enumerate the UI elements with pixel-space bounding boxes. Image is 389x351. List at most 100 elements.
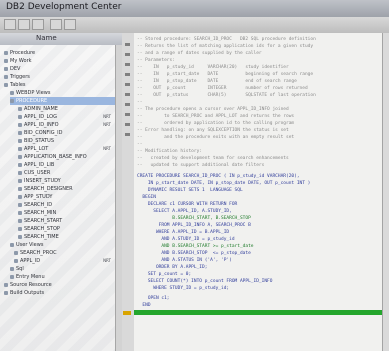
toolbar-button[interactable] (18, 19, 30, 30)
gutter-marker (125, 123, 130, 126)
execution-pointer-icon (123, 311, 131, 315)
gutter-marker (125, 53, 130, 56)
tree-node-icon (18, 162, 22, 167)
tree-item[interactable]: APPL_ID_LIB (18, 161, 115, 169)
tree-item-label: SEARCH_STOP (24, 226, 60, 232)
code-line: END (137, 303, 151, 308)
tree-item[interactable]: SEARCH_DESIGNER (18, 185, 115, 193)
tree-item-suffix: NRT (103, 146, 111, 151)
tree-item-label: APPL_ID_INFO (24, 122, 59, 128)
toolbar-button[interactable] (64, 19, 76, 30)
tree-node-icon (18, 114, 22, 119)
tree-item[interactable]: Tables (4, 81, 115, 89)
editor-scrollbar[interactable] (382, 33, 389, 351)
tree-item[interactable]: INSERT_STUDY (18, 177, 115, 185)
toolbar-button[interactable] (4, 19, 16, 30)
tree-item-label: BID_STATUS (24, 138, 55, 144)
code-line: IN p_start_date DATE, IN p_stop_date DAT… (137, 181, 311, 186)
tree-item[interactable]: User Views (10, 241, 115, 249)
tree-item[interactable]: SEARCH_START (18, 217, 115, 225)
tree-item[interactable]: Procedure (4, 49, 115, 57)
tree-item-label: APPLICATION_BASE_INFO (24, 154, 87, 160)
tree-item[interactable]: APPL_LOT NRT (18, 145, 115, 153)
tree-item-label: SEARCH_START (24, 218, 63, 224)
tree-node-icon (18, 106, 22, 111)
tree-item[interactable]: DEV (4, 65, 115, 73)
tree-node-icon (14, 258, 18, 263)
toolbar-button[interactable] (50, 19, 62, 30)
window-titlebar: DB2 Development Center (0, 0, 389, 18)
tree-item[interactable]: SEARCH_MIN (18, 209, 115, 217)
tree-item-label: APPL_ID (20, 258, 41, 264)
tree-node-icon (10, 98, 14, 103)
tree-item-label: SEARCH_PROC (20, 250, 57, 256)
code-line: -- (137, 142, 143, 147)
gutter-marker (125, 93, 130, 96)
tree-item[interactable]: Entry Menu (10, 273, 115, 281)
tree-item[interactable]: Build Outputs (4, 289, 115, 297)
code-line: OPEN c1; (137, 296, 170, 301)
tree-item[interactable]: Triggers (4, 73, 115, 81)
tree-item[interactable]: SEARCH_TIME (18, 233, 115, 241)
code-line: AND B.SEARCH_STOP <= p_stop_date (137, 251, 251, 256)
project-tree[interactable]: Procedure My Work DEV Triggers Tables WEBDP V… (0, 45, 115, 351)
tree-item[interactable]: Sql (10, 265, 115, 273)
tree-item[interactable]: BID_CONFIG_ID (18, 129, 115, 137)
code-line: -- ordered by application id to the call… (137, 121, 295, 126)
code-line: DECLARE c1 CURSOR WITH RETURN FOR (137, 202, 238, 207)
code-line: CREATE PROCEDURE SEARCH_ID_PROC ( IN p_s… (137, 174, 300, 179)
tree-node-icon (18, 178, 22, 183)
tree-item-label: Procedure (10, 50, 36, 56)
tree-item-label: SEARCH_MIN (24, 210, 57, 216)
code-line: -- Modification history: (137, 149, 203, 154)
tree-item[interactable]: Source Resource (4, 281, 115, 289)
tree-item[interactable]: APPL_ID NRT (14, 257, 115, 265)
tree-item[interactable]: APPL_ID_INFO NRT (18, 121, 115, 129)
tree-item-label: Tables (10, 82, 26, 88)
tree-item[interactable]: APP_STUDY (18, 193, 115, 201)
code-line: FROM APPL_ID_INFO A, SEARCH_PROC B (137, 223, 251, 228)
tree-item-label: Entry Menu (16, 274, 45, 280)
tree-item[interactable]: PROCEDURE (10, 97, 115, 105)
code-line: B.SEARCH_START, B.SEARCH_STOP (137, 216, 251, 221)
tree-node-icon (10, 266, 14, 271)
gutter-marker (125, 103, 130, 106)
tree-node-icon (18, 138, 22, 143)
tree-node-icon (18, 154, 22, 159)
code-line: -- OUT p_count INTEGER number of rows re… (137, 86, 308, 91)
tree-node-icon (18, 122, 22, 127)
code-line: AND A.STATUS IN ('A', 'P') (137, 258, 232, 263)
tree-item[interactable]: APPL_ID_LOG NRT (18, 113, 115, 121)
tree-item[interactable]: SEARCH_PROC (14, 249, 115, 257)
tree-node-icon (18, 202, 22, 207)
code-line: -- to SEARCH_PROC and APPL_LOT and retur… (137, 114, 295, 119)
code-editor[interactable]: -- Stored procedure: SEARCH_ID_PROC DB2 … (134, 33, 382, 351)
code-line: -- updated to support additional date fi… (137, 163, 265, 168)
tree-item[interactable]: APPLICATION_BASE_INFO (18, 153, 115, 161)
code-line: -- Parameters: (137, 58, 175, 63)
toolbar-button[interactable] (32, 19, 44, 30)
tree-item-label: Triggers (10, 74, 30, 80)
tree-item[interactable]: My Work (4, 57, 115, 65)
tree-item[interactable]: SEARCH_ID (18, 201, 115, 209)
tree-item-label: Build Outputs (10, 290, 45, 296)
tree-item-label: INSERT_STUDY (24, 178, 61, 184)
tree-item[interactable]: SEARCH_STOP (18, 225, 115, 233)
tree-node-icon (18, 234, 22, 239)
code-line: -- (137, 100, 143, 105)
tree-node-icon (18, 210, 22, 215)
tree-item[interactable]: WEBDP Views (10, 89, 115, 97)
tree-node-icon (18, 226, 22, 231)
tree-item[interactable]: BID_STATUS (18, 137, 115, 145)
code-line: -- Stored procedure: SEARCH_ID_PROC DB2 … (137, 37, 316, 42)
code-line: SELECT A.APPL_ID, A.STUDY_ID, (137, 209, 232, 214)
current-line-highlight (134, 310, 382, 315)
tree-item[interactable]: CUS_USER (18, 169, 115, 177)
tree-item[interactable]: ADMIN_NAME (18, 105, 115, 113)
code-line: -- IN p_study_id VARCHAR(20) study ident… (137, 65, 289, 70)
tree-node-icon (4, 66, 8, 71)
tree-node-icon (4, 50, 8, 55)
tree-node-icon (18, 186, 22, 191)
code-line: WHERE STUDY_ID = p_study_id; (137, 286, 230, 291)
tree-item-suffix: NRT (103, 114, 111, 119)
